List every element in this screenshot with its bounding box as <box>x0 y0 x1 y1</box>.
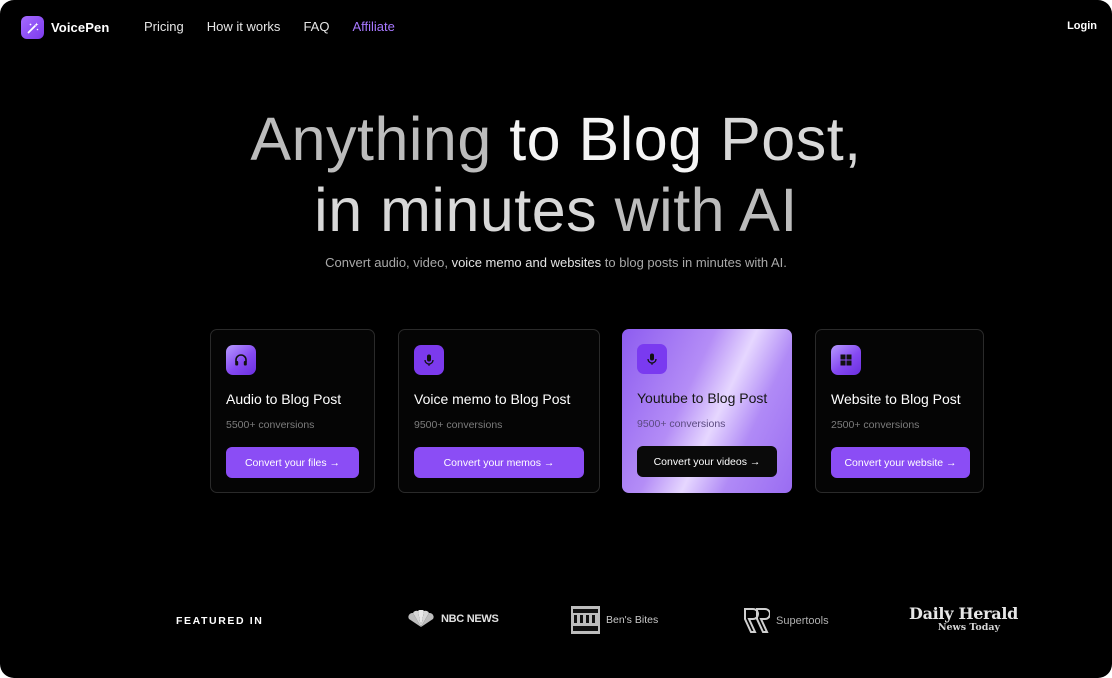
featured-in-label: FEATURED IN <box>176 615 264 627</box>
brand-logo[interactable]: VoicePen <box>21 16 109 39</box>
nav-link-pricing[interactable]: Pricing <box>144 19 184 34</box>
press-logo-daily-herald: Daily Herald News Today <box>909 605 1018 633</box>
card-title: Website to Blog Post <box>831 391 961 407</box>
hero-title-part: to Blog <box>509 105 721 173</box>
nbc-peacock-icon <box>408 610 434 627</box>
magic-wand-icon <box>21 16 44 39</box>
card-count: 5500+ conversions <box>226 419 315 431</box>
press-logo-bens-bites: Ben's Bites <box>571 606 658 634</box>
card-voice-memo: Voice memo to Blog Post 9500+ conversion… <box>398 329 600 493</box>
subtitle-part: to blog posts in minutes with AI. <box>601 255 787 270</box>
convert-files-button[interactable]: Convert your files → <box>226 447 359 478</box>
card-website: Website to Blog Post 2500+ conversions C… <box>815 329 984 493</box>
bens-bites-icon <box>571 606 600 634</box>
hero-title-line-1: Anything to Blog Post, <box>0 104 1112 174</box>
hero-title-part: in minutes <box>314 176 615 244</box>
convert-website-button[interactable]: Convert your website → <box>831 447 970 478</box>
press-logo-text: Supertools <box>776 614 829 627</box>
press-logo-nbc: NBC NEWS <box>407 610 499 628</box>
hero-title-line-2: in minutes with AI <box>0 175 1112 245</box>
hero-subtitle: Convert audio, video, voice memo and web… <box>0 255 1112 270</box>
card-title: Youtube to Blog Post <box>637 390 768 406</box>
nav-link-how-it-works[interactable]: How it works <box>207 19 281 34</box>
top-nav: VoicePen Pricing How it works FAQ Affili… <box>0 0 1112 54</box>
card-title: Voice memo to Blog Post <box>414 391 571 407</box>
subtitle-part: Convert audio, video, <box>325 255 452 270</box>
hero-title-part: with AI <box>614 176 798 244</box>
card-audio: Audio to Blog Post 5500+ conversions Con… <box>210 329 375 493</box>
microphone-icon <box>637 344 667 374</box>
windows-icon <box>831 345 861 375</box>
press-logo-text: NBC NEWS <box>441 613 499 625</box>
headphones-icon <box>226 345 256 375</box>
card-youtube: Youtube to Blog Post 9500+ conversions C… <box>622 329 792 493</box>
press-logo-subtext: News Today <box>937 622 1001 633</box>
card-count: 9500+ conversions <box>637 418 726 430</box>
brand-name: VoicePen <box>51 20 110 35</box>
card-count: 9500+ conversions <box>414 419 503 431</box>
supertools-icon <box>744 608 770 633</box>
nav-link-faq[interactable]: FAQ <box>303 19 329 34</box>
card-title: Audio to Blog Post <box>226 391 342 407</box>
nav-link-affiliate[interactable]: Affiliate <box>352 19 394 34</box>
press-logo-supertools: Supertools <box>743 607 829 634</box>
hero-title-part: Post, <box>720 105 862 173</box>
nav-links: Pricing How it works FAQ Affiliate <box>144 19 395 34</box>
page: VoicePen Pricing How it works FAQ Affili… <box>0 0 1112 678</box>
press-logo-text: Ben's Bites <box>606 614 659 626</box>
hero-title-part: Anything <box>250 105 510 173</box>
login-link[interactable]: Login <box>1067 20 1097 32</box>
convert-videos-button[interactable]: Convert your videos → <box>637 446 777 477</box>
microphone-icon <box>414 345 444 375</box>
subtitle-highlight: voice memo and websites <box>451 255 602 270</box>
press-logo-text: Daily Herald <box>909 604 1019 623</box>
convert-memos-button[interactable]: Convert your memos → <box>414 447 584 478</box>
card-count: 2500+ conversions <box>831 419 920 431</box>
